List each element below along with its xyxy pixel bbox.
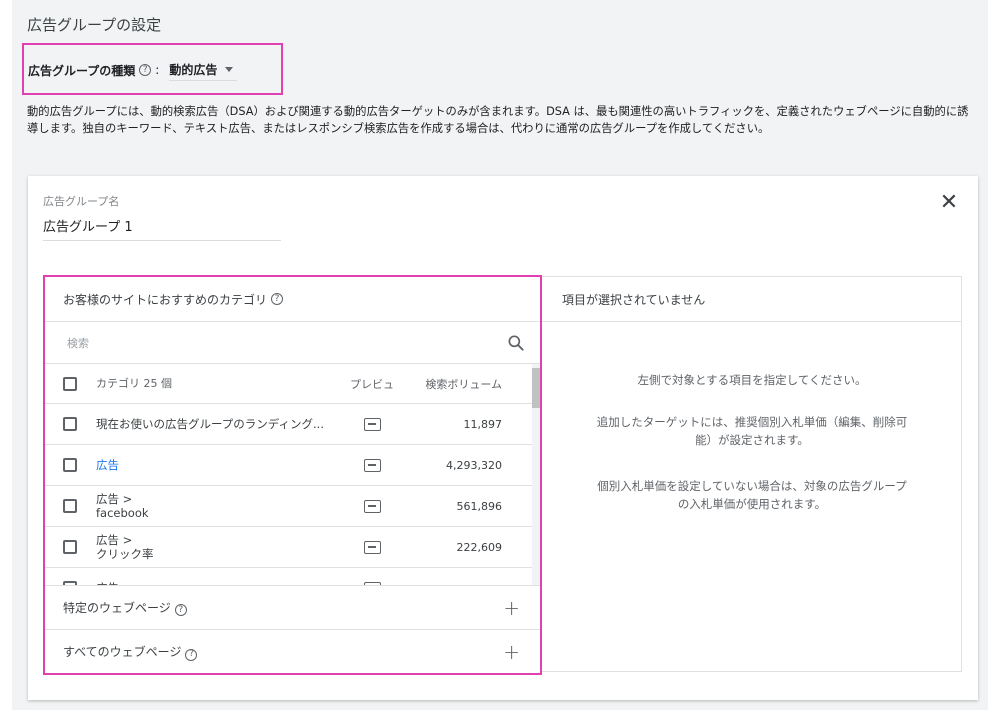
expander-label: すべてのウェブページ (63, 645, 182, 660)
column-header-preview: プレビュ (350, 377, 394, 391)
ad-group-name-input[interactable]: 広告グループ 1 (43, 216, 133, 235)
preview-icon[interactable] (363, 417, 381, 431)
specific-webpages-expander[interactable]: 特定のウェブページ? + (45, 586, 540, 630)
caret-down-icon (225, 67, 234, 72)
preview-cell (342, 458, 402, 472)
help-icon[interactable]: ? (271, 293, 284, 305)
selection-message-1: 左側で対象とする項目を指定してください。 (637, 373, 867, 387)
search-volume: 11,897 (463, 417, 503, 431)
ad-group-type-description: 動的広告グループには、動的検索広告（DSA）および関連する動的広告ターゲットのみ… (27, 105, 969, 135)
scrollbar[interactable] (532, 364, 540, 585)
preview-icon[interactable] (363, 499, 381, 513)
selection-message-3: 個別入札単価を設定していない場合は、対象の広告グループの入札単価が使用されます。 (597, 479, 907, 511)
preview-icon[interactable] (363, 581, 381, 585)
table-header-row: カテゴリ 25 個 プレビュ 検索ボリューム (45, 364, 540, 404)
row-checkbox[interactable] (63, 417, 77, 431)
ad-group-name-underline (43, 240, 281, 241)
table-row[interactable]: 広告 4,293,320 (45, 445, 540, 486)
page-title: 広告グループの設定 (27, 16, 162, 34)
ad-group-card: 広告グループ名 広告グループ 1 ✕ お客様のサイトにおすすめのカテゴリ ? 検… (28, 176, 978, 700)
table-row[interactable]: 広告 > クリック率 222,609 (45, 527, 540, 568)
search-volume: 4,293,320 (446, 458, 502, 472)
scrollbar-thumb[interactable] (532, 368, 540, 408)
categories-panel-title: お客様のサイトにおすすめのカテゴリ (63, 292, 268, 307)
expander-label: 特定のウェブページ (63, 600, 171, 615)
preview-cell (342, 499, 402, 513)
preview-icon[interactable] (363, 540, 381, 554)
expander-label-group: すべてのウェブページ? (63, 643, 198, 661)
table-row[interactable]: 広告 > (45, 568, 540, 585)
search-volume: 222,609 (456, 540, 503, 554)
ad-group-name-label: 広告グループ名 (43, 195, 120, 208)
categories-panel: お客様のサイトにおすすめのカテゴリ ? 検索 カテゴリ 25 個 プレビュ 検索… (43, 275, 542, 675)
preview-cell (342, 540, 402, 554)
search-volume: 561,896 (456, 499, 503, 513)
ad-group-type-dropdown[interactable]: 動的広告 (169, 59, 238, 81)
row-checkbox[interactable] (63, 458, 77, 472)
category-name: 広告 > (96, 581, 342, 585)
column-header-category: カテゴリ 25 個 (96, 376, 172, 390)
ad-group-type-value: 動的広告 (169, 63, 218, 77)
table-row[interactable]: 現在お使いの広告グループのランディング... 11,897 (45, 404, 540, 445)
row-checkbox[interactable] (63, 581, 77, 585)
select-all-checkbox[interactable] (63, 376, 77, 391)
plus-icon[interactable]: + (503, 598, 520, 618)
row-checkbox[interactable] (63, 540, 77, 554)
column-header-volume[interactable]: 検索ボリューム (402, 376, 502, 392)
search-icon[interactable] (506, 333, 526, 353)
ad-group-type-label: 広告グループの種類 (28, 63, 136, 78)
preview-cell (342, 417, 402, 431)
category-search-input[interactable]: 検索 (67, 335, 89, 351)
preview-icon[interactable] (363, 458, 381, 472)
ad-group-type-row: 広告グループの種類 ? : 動的広告 (28, 59, 238, 81)
category-name: 広告 > facebook (96, 492, 149, 520)
help-icon[interactable]: ? (174, 604, 187, 617)
help-icon[interactable]: ? (139, 64, 152, 76)
close-icon[interactable]: ✕ (938, 192, 960, 214)
expander-list: 特定のウェブページ? + すべてのウェブページ? + (45, 586, 540, 674)
selection-panel-header: 項目が選択されていません (542, 277, 961, 322)
preview-cell (342, 581, 402, 585)
table-row[interactable]: 広告 > facebook 561,896 (45, 486, 540, 527)
type-colon: : (155, 63, 160, 77)
category-name: 現在お使いの広告グループのランディング... (96, 417, 324, 431)
help-icon[interactable]: ? (185, 648, 198, 661)
row-checkbox[interactable] (63, 499, 77, 513)
plus-icon[interactable]: + (503, 642, 520, 662)
category-search-row[interactable]: 検索 (45, 322, 540, 364)
category-rows: 現在お使いの広告グループのランディング... 11,897 広告 4,293,320 広… (45, 404, 540, 585)
category-name: 広告 > クリック率 (96, 533, 154, 561)
selection-panel: 項目が選択されていません 左側で対象とする項目を指定してください。 追加したター… (542, 276, 962, 672)
category-name[interactable]: 広告 (96, 458, 342, 472)
expander-label-group: 特定のウェブページ? (63, 599, 187, 617)
categories-panel-header: お客様のサイトにおすすめのカテゴリ ? (45, 277, 540, 322)
category-table: カテゴリ 25 個 プレビュ 検索ボリューム 現在お使いの広告グループのランディ… (45, 364, 540, 586)
selection-message-2: 追加したターゲットには、推奨個別入札単価（編集、削除可能）が設定されます。 (596, 415, 908, 447)
all-webpages-expander[interactable]: すべてのウェブページ? + (45, 630, 540, 674)
